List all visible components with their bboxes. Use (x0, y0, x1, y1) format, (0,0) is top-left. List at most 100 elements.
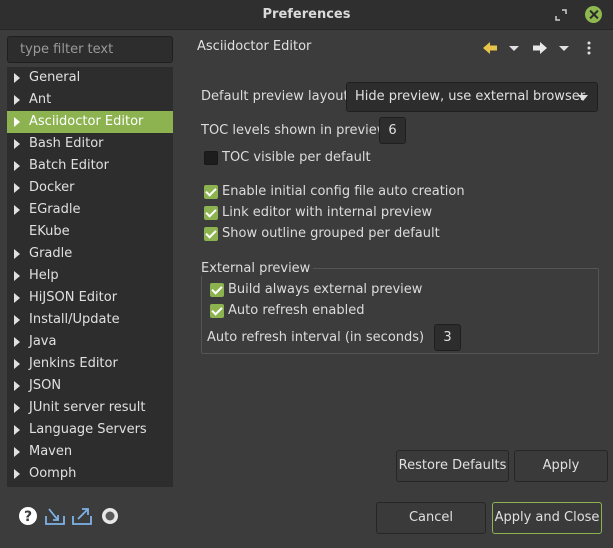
close-window-icon[interactable] (585, 6, 602, 23)
sidebar-item-label: JSON (29, 378, 62, 393)
auto-refresh-label: Auto refresh enabled (228, 303, 365, 318)
preview-layout-value: Hide preview, use external browser (355, 89, 586, 104)
sidebar-item-label: Bash Editor (29, 136, 104, 151)
sidebar-item-label: General (29, 70, 81, 85)
outline-grouped-checkbox[interactable] (204, 227, 218, 241)
expand-arrow-icon[interactable] (14, 161, 20, 171)
sidebar-item[interactable]: HiJSON Editor (7, 287, 173, 309)
import-icon[interactable] (44, 506, 66, 528)
sidebar-item-label: Oomph (29, 466, 77, 481)
forward-history-dropdown-icon[interactable] (558, 40, 570, 58)
sidebar-item[interactable]: Bash Editor (7, 133, 173, 155)
sidebar-item[interactable]: Batch Editor (7, 155, 173, 177)
expand-arrow-icon[interactable] (14, 139, 20, 149)
sidebar-item-label: EGradle (29, 202, 81, 217)
sidebar-item[interactable]: Ant (7, 89, 173, 111)
expand-arrow-icon[interactable] (14, 271, 20, 281)
sidebar-item[interactable]: Asciidoctor Editor (7, 111, 173, 133)
restore-window-icon[interactable] (554, 8, 568, 22)
forward-arrow-icon[interactable] (532, 40, 550, 58)
sidebar-item-label: Java (29, 334, 57, 349)
page-toolbar (482, 40, 602, 58)
expand-arrow-icon[interactable] (14, 183, 20, 193)
sidebar-item[interactable]: Oomph (7, 463, 173, 485)
back-arrow-icon[interactable] (482, 40, 500, 58)
expand-arrow-icon[interactable] (14, 403, 20, 413)
auto-config-label: Enable initial config file auto creation (222, 184, 465, 199)
sidebar-item[interactable]: General (7, 67, 173, 89)
expand-arrow-icon[interactable] (14, 447, 20, 457)
expand-arrow-icon[interactable] (14, 425, 20, 435)
page-title: Asciidoctor Editor (197, 39, 312, 54)
link-editor-label: Link editor with internal preview (222, 205, 433, 220)
expand-arrow-icon[interactable] (14, 73, 20, 83)
expand-arrow-icon[interactable] (14, 359, 20, 369)
toc-visible-checkbox-row[interactable]: TOC visible per default (204, 149, 384, 167)
sidebar-item[interactable]: EKube (7, 221, 173, 243)
auto-config-checkbox-row[interactable]: Enable initial config file auto creation (204, 183, 465, 201)
sidebar-item-label: Language Servers (29, 422, 147, 437)
sidebar-item[interactable]: JUnit server result (7, 397, 173, 419)
apply-and-close-button[interactable]: Apply and Close (492, 502, 602, 534)
title-bar: Preferences (0, 0, 613, 30)
sidebar-item[interactable]: Maven (7, 441, 173, 463)
toc-levels-label: TOC levels shown in preview (201, 123, 388, 138)
sidebar-item-label: Install/Update (29, 312, 120, 327)
refresh-interval-field[interactable]: 3 (434, 324, 461, 351)
sidebar-item-label: Maven (29, 444, 73, 459)
back-history-dropdown-icon[interactable] (508, 40, 520, 58)
sidebar-item[interactable]: Install/Update (7, 309, 173, 331)
sidebar-item[interactable]: Language Servers (7, 419, 173, 441)
sidebar-item[interactable]: Help (7, 265, 173, 287)
link-editor-checkbox[interactable] (204, 206, 218, 220)
sidebar-item[interactable]: Java (7, 331, 173, 353)
restore-defaults-button[interactable]: Restore Defaults (396, 450, 509, 482)
sidebar-item-label: Gradle (29, 246, 73, 261)
link-editor-checkbox-row[interactable]: Link editor with internal preview (204, 204, 432, 222)
toc-visible-label: TOC visible per default (222, 150, 371, 165)
expand-arrow-icon[interactable] (14, 469, 20, 479)
apply-button[interactable]: Apply (514, 450, 608, 482)
svg-text:?: ? (24, 509, 32, 525)
toc-visible-checkbox[interactable] (204, 151, 218, 165)
expand-arrow-icon[interactable] (14, 337, 20, 347)
external-preview-title: External preview (201, 261, 314, 276)
sidebar-item[interactable]: JSON (7, 375, 173, 397)
sidebar-item-label: Help (29, 268, 59, 283)
build-always-label: Build always external preview (228, 282, 423, 297)
expand-arrow-icon[interactable] (14, 117, 20, 127)
sidebar-item-label: Docker (29, 180, 75, 195)
expand-arrow-icon[interactable] (14, 249, 20, 259)
expand-arrow-icon[interactable] (14, 95, 20, 105)
help-icon[interactable]: ? (18, 506, 40, 528)
sidebar-item-label: JUnit server result (29, 400, 146, 415)
auto-refresh-checkbox[interactable] (210, 304, 224, 318)
sidebar-item[interactable]: Jenkins Editor (7, 353, 173, 375)
expand-arrow-icon[interactable] (14, 293, 20, 303)
preference-tree[interactable]: General Ant Asciidoctor Editor Bash Editor B… (7, 67, 173, 487)
filter-input[interactable] (7, 36, 173, 63)
view-menu-icon[interactable] (585, 40, 595, 58)
window-title: Preferences (262, 7, 351, 22)
oomph-icon[interactable] (100, 506, 122, 528)
sidebar-item[interactable]: EGradle (7, 199, 173, 221)
sidebar-item[interactable]: Docker (7, 177, 173, 199)
build-always-checkbox[interactable] (210, 283, 224, 297)
export-icon[interactable] (71, 506, 93, 528)
chevron-down-icon (578, 95, 588, 101)
toc-levels-field[interactable]: 6 (379, 117, 406, 144)
auto-refresh-checkbox-row[interactable]: Auto refresh enabled (210, 302, 370, 320)
auto-config-checkbox[interactable] (204, 185, 218, 199)
sidebar-item-label: EKube (29, 224, 70, 239)
cancel-button[interactable]: Cancel (376, 502, 486, 534)
sidebar-item-label: Jenkins Editor (29, 356, 118, 371)
expand-arrow-icon[interactable] (14, 381, 20, 391)
build-always-checkbox-row[interactable]: Build always external preview (210, 281, 423, 299)
sidebar-item-label: Ant (29, 92, 52, 107)
expand-arrow-icon[interactable] (14, 315, 20, 325)
sidebar-item[interactable]: Gradle (7, 243, 173, 265)
sidebar-item-label: Asciidoctor Editor (29, 114, 144, 129)
outline-grouped-checkbox-row[interactable]: Show outline grouped per default (204, 225, 440, 243)
preview-layout-select[interactable]: Hide preview, use external browser (346, 82, 598, 112)
expand-arrow-icon[interactable] (14, 205, 20, 215)
